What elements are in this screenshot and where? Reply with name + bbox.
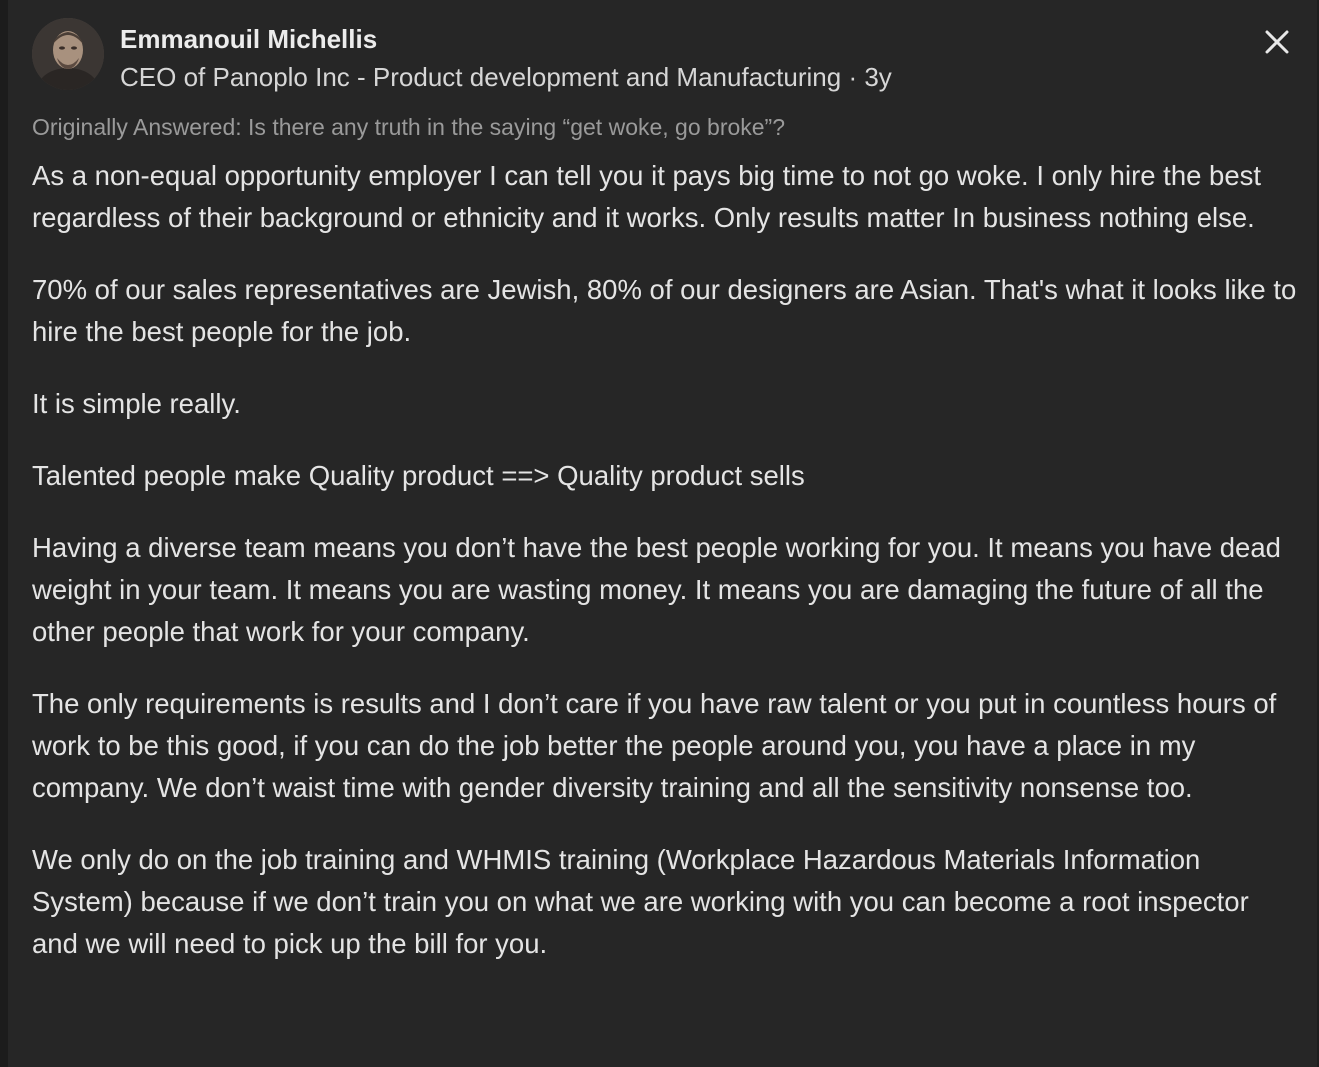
author-credential-line: CEO of Panoplo Inc - Product development… — [120, 62, 892, 93]
answer-paragraph: It is simple really. — [32, 388, 241, 419]
answer-paragraph: We only do on the job training and WHMIS… — [32, 844, 1249, 959]
close-icon — [1265, 30, 1289, 54]
answer-timestamp[interactable]: 3y — [864, 62, 891, 92]
originally-answered-question[interactable]: Originally Answered: Is there any truth … — [32, 114, 785, 141]
author-credential[interactable]: CEO of Panoplo Inc - Product development… — [120, 62, 841, 92]
answer-paragraph: 70% of our sales representatives are Jew… — [32, 274, 1297, 347]
answer-card: Emmanouil Michellis CEO of Panoplo Inc -… — [8, 0, 1317, 1067]
answer-paragraph: Talented people make Quality product ==>… — [32, 460, 805, 491]
answer-header: Emmanouil Michellis CEO of Panoplo Inc -… — [32, 18, 1293, 94]
answer-paragraph: The only requirements is results and I d… — [32, 688, 1277, 803]
close-button[interactable] — [1257, 22, 1297, 62]
user-avatar-photo-icon — [32, 18, 104, 90]
question-text[interactable]: Is there any truth in the saying “get wo… — [248, 114, 785, 140]
originally-answered-label: Originally Answered: — [32, 114, 242, 140]
modal-left-edge — [0, 0, 8, 1067]
answer-body: As a non-equal opportunity employer I ca… — [32, 155, 1302, 995]
author-name[interactable]: Emmanouil Michellis — [120, 24, 377, 55]
avatar[interactable] — [32, 18, 104, 90]
meta-separator: · — [848, 62, 858, 92]
answer-paragraph: As a non-equal opportunity employer I ca… — [32, 160, 1262, 233]
answer-paragraph: Having a diverse team means you don’t ha… — [32, 532, 1281, 647]
